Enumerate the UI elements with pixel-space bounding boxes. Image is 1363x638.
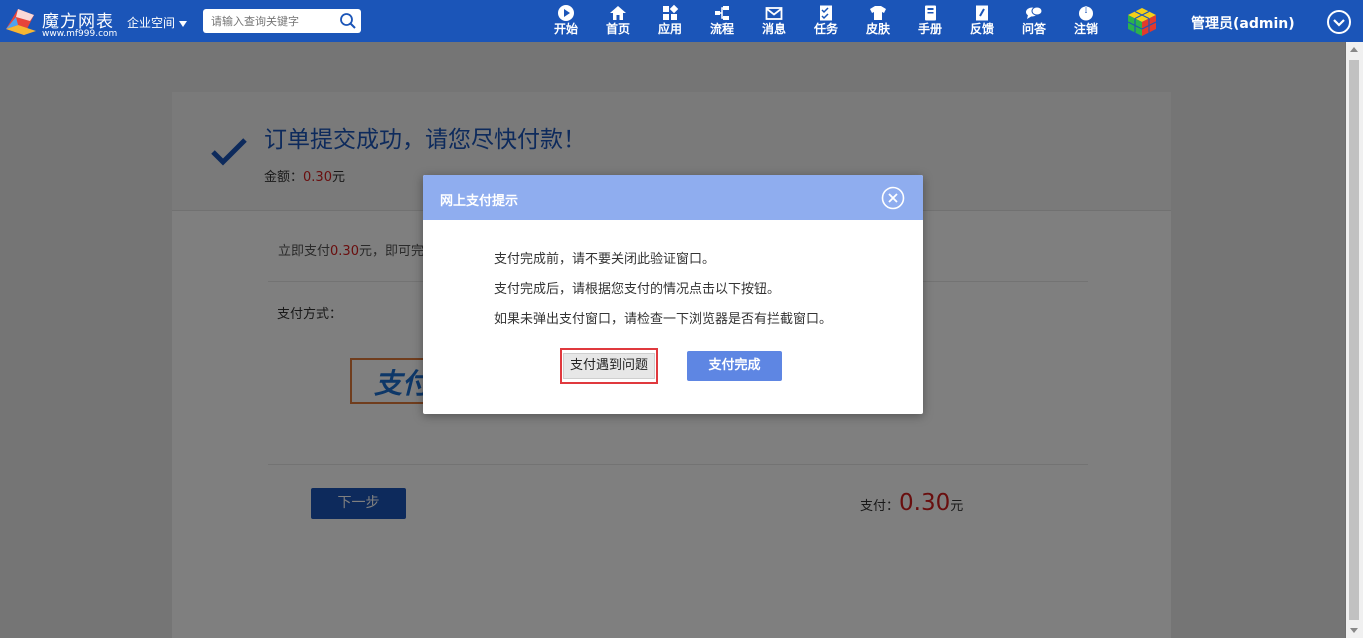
manual-icon: [925, 5, 936, 21]
dialog-message: 如果未弹出支付窗口，请检查一下浏览器是否有拦截窗口。: [494, 312, 833, 327]
caret-down-icon: [179, 20, 188, 27]
dialog-header: 网上支付提示: [423, 175, 923, 220]
payment-problem-button[interactable]: 支付遇到问题: [560, 348, 658, 384]
nav-flow[interactable]: 流程: [702, 4, 742, 40]
search-input[interactable]: [211, 12, 333, 30]
nav-label: 手册: [917, 22, 942, 36]
nav-label: 反馈: [969, 22, 994, 36]
nav-feedback[interactable]: 反馈: [962, 4, 1002, 40]
nav-start[interactable]: 开始: [546, 4, 586, 40]
nav-label: 任务: [813, 22, 838, 36]
nav-label: 问答: [1021, 22, 1046, 36]
home-icon: [610, 6, 626, 20]
nav-label: 注销: [1073, 22, 1098, 36]
enterprise-space-dropdown[interactable]: 企业空间: [127, 14, 188, 31]
nav-label: 首页: [605, 22, 630, 36]
brand-url: www.mf999.com: [42, 29, 118, 39]
nav-logout[interactable]: 注销: [1066, 4, 1106, 40]
enterprise-space-label: 企业空间: [127, 16, 176, 30]
top-bar: 魔方网表 www.mf999.com 企业空间 开始 首页 应用 流程 消息 任…: [0, 0, 1363, 42]
apps-icon: [663, 4, 679, 20]
nav-qa[interactable]: 问答: [1014, 4, 1054, 40]
payment-done-button[interactable]: 支付完成: [687, 351, 782, 381]
nav-tasks[interactable]: 任务: [806, 4, 846, 40]
flow-icon: [715, 6, 729, 20]
avatar[interactable]: [1126, 6, 1158, 38]
scrollbar-thumb[interactable]: [1349, 60, 1359, 620]
page-scrollbar[interactable]: [1345, 42, 1363, 638]
chevron-down-icon[interactable]: [1326, 9, 1352, 35]
dialog-message: 支付完成前，请不要关闭此验证窗口。: [494, 252, 716, 267]
feedback-icon: [976, 5, 988, 21]
search-icon[interactable]: [339, 12, 357, 30]
qa-icon: [1026, 6, 1043, 19]
nav-label: 皮肤: [865, 22, 890, 36]
user-name[interactable]: 管理员(admin): [1191, 13, 1295, 33]
nav-skin[interactable]: 皮肤: [858, 4, 898, 40]
mail-icon: [765, 7, 783, 20]
nav-apps[interactable]: 应用: [650, 4, 690, 40]
close-icon[interactable]: [881, 186, 905, 210]
scroll-up-arrow-icon[interactable]: [1350, 47, 1358, 52]
play-icon: [558, 5, 574, 21]
shirt-icon: [870, 6, 886, 20]
dialog-title: 网上支付提示: [440, 194, 519, 209]
nav-label: 应用: [657, 22, 682, 36]
payment-tip-dialog: 网上支付提示 支付完成前，请不要关闭此验证窗口。 支付完成后，请根据您支付的情况…: [423, 175, 923, 414]
nav-label: 消息: [761, 22, 786, 36]
nav-messages[interactable]: 消息: [754, 4, 794, 40]
scroll-down-arrow-icon[interactable]: [1350, 628, 1358, 633]
nav-manual[interactable]: 手册: [910, 4, 950, 40]
logo[interactable]: 魔方网表 www.mf999.com: [4, 5, 118, 39]
dialog-message: 支付完成后，请根据您支付的情况点击以下按钮。: [494, 282, 781, 297]
nav-home[interactable]: 首页: [598, 4, 638, 40]
task-icon: [820, 5, 832, 21]
nav-label: 开始: [553, 22, 578, 36]
search-box: [203, 9, 361, 33]
logo-icon: [6, 9, 36, 35]
nav-label: 流程: [709, 22, 734, 36]
payment-problem-label: 支付遇到问题: [562, 352, 655, 379]
power-icon: [1079, 5, 1093, 21]
